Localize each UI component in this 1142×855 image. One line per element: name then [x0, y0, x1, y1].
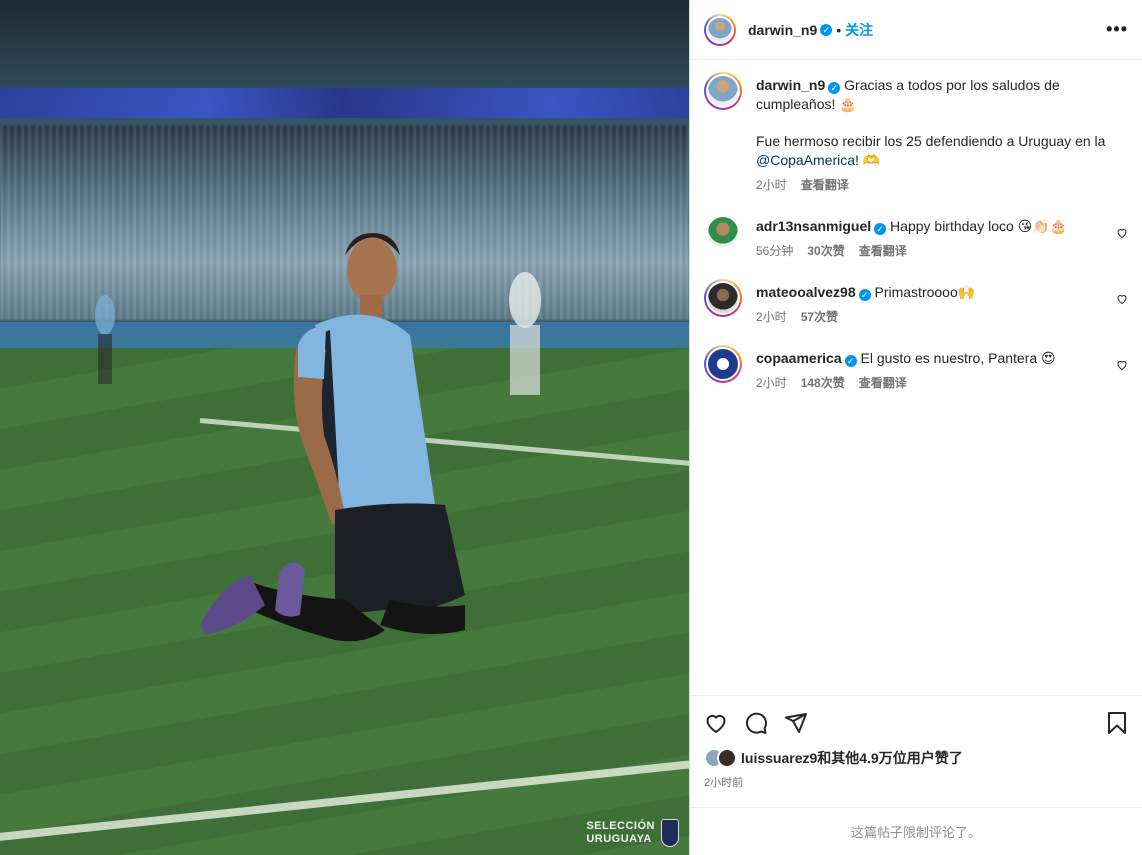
- post-side-panel: darwin_n9 ✓ • 关注 ••• darwin_n9 ✓ Gracias …: [689, 0, 1142, 855]
- commenter-username[interactable]: mateooalvez98: [756, 284, 856, 300]
- author-avatar[interactable]: [704, 13, 736, 46]
- caption-time: 2小时: [756, 178, 787, 192]
- commenter-username[interactable]: copaamerica: [756, 350, 842, 366]
- like-heart-icon[interactable]: [704, 711, 728, 735]
- verified-badge-icon: ✓: [874, 223, 887, 235]
- watermark-line: SELECCIÓN: [586, 820, 655, 832]
- like-comment-heart-icon[interactable]: [1116, 359, 1128, 371]
- post-actions: luissuarez9和其他4.9万位用户赞了 2小时前: [690, 695, 1142, 807]
- comments-limited-notice: 这篇帖子限制评论了。: [690, 807, 1142, 855]
- post-header: darwin_n9 ✓ • 关注 •••: [690, 0, 1142, 60]
- commenter-avatar[interactable]: [704, 345, 742, 383]
- comment-time: 56分钟: [756, 244, 794, 258]
- like-comment-heart-icon[interactable]: [1116, 293, 1128, 305]
- save-bookmark-icon[interactable]: [1106, 711, 1128, 735]
- kneeling-player-illustration: [95, 233, 541, 642]
- seleccion-uruguaya-watermark: SELECCIÓN URUGUAYA: [586, 819, 679, 847]
- comment-likes[interactable]: 57次赞: [801, 308, 838, 327]
- author-username[interactable]: darwin_n9: [748, 22, 817, 38]
- post-modal: SELECCIÓN URUGUAYA darwin_n9 ✓ • 关注 •••: [0, 0, 1142, 855]
- likes-summary[interactable]: luissuarez9和其他4.9万位用户赞了: [704, 748, 1128, 768]
- verified-badge-icon: ✓: [844, 355, 857, 367]
- follow-button[interactable]: 关注: [845, 20, 873, 40]
- comment-item: copaamerica ✓ El gusto es nuestro, Panter…: [704, 345, 1128, 393]
- see-translation-link[interactable]: 查看翻译: [859, 242, 907, 261]
- commenter-username[interactable]: adr13nsanmiguel: [756, 218, 871, 234]
- comment-time: 2小时: [756, 310, 787, 324]
- comment-time: 2小时: [756, 376, 787, 390]
- like-comment-heart-icon[interactable]: [1116, 227, 1128, 239]
- liker-avatar: [717, 748, 737, 768]
- comment-bubble-icon[interactable]: [744, 711, 768, 735]
- comment-item: adr13nsanmiguel ✓ Happy birthday loco 😘👏🏻…: [704, 213, 1128, 261]
- comment-text: El gusto es nuestro, Pantera 😍: [860, 350, 1056, 366]
- likes-text[interactable]: luissuarez9和其他4.9万位用户赞了: [741, 748, 963, 768]
- watermark-line: URUGUAYA: [586, 833, 652, 845]
- see-translation-link[interactable]: 查看翻译: [859, 374, 907, 393]
- post-photo[interactable]: SELECCIÓN URUGUAYA: [0, 0, 689, 855]
- post-time: 2小时前: [704, 777, 744, 789]
- separator-dot: •: [836, 21, 842, 38]
- more-options-icon[interactable]: •••: [1106, 19, 1128, 40]
- verified-badge-icon: ✓: [828, 82, 841, 94]
- caption-text: Fue hermoso recibir los 25 defendiendo a…: [756, 133, 1106, 149]
- author-avatar[interactable]: [704, 72, 742, 110]
- see-translation-link[interactable]: 查看翻译: [801, 176, 849, 195]
- commenter-avatar[interactable]: [704, 213, 742, 251]
- comment-likes[interactable]: 148次赞: [801, 374, 845, 393]
- caption-username[interactable]: darwin_n9: [756, 77, 825, 93]
- auf-crest-icon: [661, 819, 679, 847]
- caption: darwin_n9 ✓ Gracias a todos por los salud…: [704, 72, 1128, 195]
- commenter-avatar[interactable]: [704, 279, 742, 317]
- caption-text: ! 🫶: [855, 152, 881, 168]
- comment-text: Happy birthday loco 😘👏🏻🎂: [890, 218, 1068, 234]
- comment-text: Primastroooo🙌: [874, 284, 976, 300]
- verified-badge-icon: ✓: [820, 23, 833, 36]
- comment-likes[interactable]: 30次赞: [807, 242, 844, 261]
- share-send-icon[interactable]: [784, 711, 808, 735]
- comment-item: mateooalvez98 ✓ Primastroooo🙌 2小时 57次赞: [704, 279, 1128, 327]
- verified-badge-icon: ✓: [858, 289, 871, 301]
- mention-link[interactable]: @CopaAmerica: [756, 152, 855, 168]
- comments-list: darwin_n9 ✓ Gracias a todos por los salud…: [690, 60, 1142, 695]
